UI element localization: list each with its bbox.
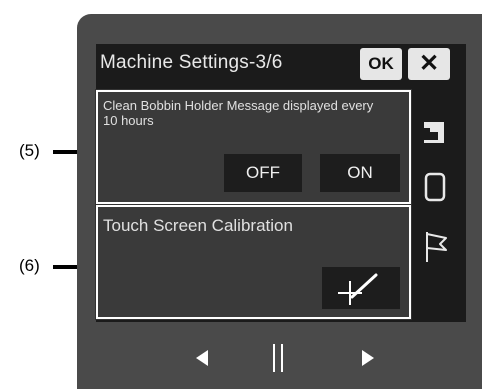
double-bar-icon	[273, 344, 283, 372]
calibration-button[interactable]	[322, 267, 400, 309]
triangle-left-icon	[196, 350, 208, 366]
on-button[interactable]: ON	[320, 154, 400, 192]
off-button[interactable]: OFF	[224, 154, 302, 192]
bottom-nav-bar	[96, 322, 466, 389]
next-page-button[interactable]	[348, 340, 388, 376]
bobbin-message-setting-panel: Clean Bobbin Holder Message displayed ev…	[96, 90, 411, 204]
calibration-label: Touch Screen Calibration	[103, 216, 293, 235]
calibration-crosshair-icon	[338, 273, 378, 305]
embroidery-frame-icon	[424, 172, 446, 202]
callout-5-label: (5)	[19, 141, 40, 160]
previous-page-button[interactable]	[184, 340, 224, 376]
close-button[interactable]: ✕	[408, 48, 450, 80]
tab-embroidery-frame[interactable]	[414, 166, 456, 210]
triangle-right-icon	[362, 350, 374, 366]
sewing-machine-icon	[424, 122, 444, 143]
tab-flag[interactable]	[414, 224, 456, 268]
callout-6-label: (6)	[19, 256, 40, 275]
bobbin-message-label: Clean Bobbin Holder Message displayed ev…	[103, 98, 374, 128]
calibration-setting-panel: Touch Screen Calibration	[96, 205, 411, 319]
flag-icon	[426, 232, 447, 262]
title-bar: Machine Settings-3/6 OK ✕	[96, 44, 466, 84]
tab-sewing-machine[interactable]	[414, 108, 456, 152]
page-title: Machine Settings-3/6	[100, 52, 283, 73]
ok-button[interactable]: OK	[360, 48, 402, 80]
pause-indicator[interactable]	[259, 340, 299, 376]
